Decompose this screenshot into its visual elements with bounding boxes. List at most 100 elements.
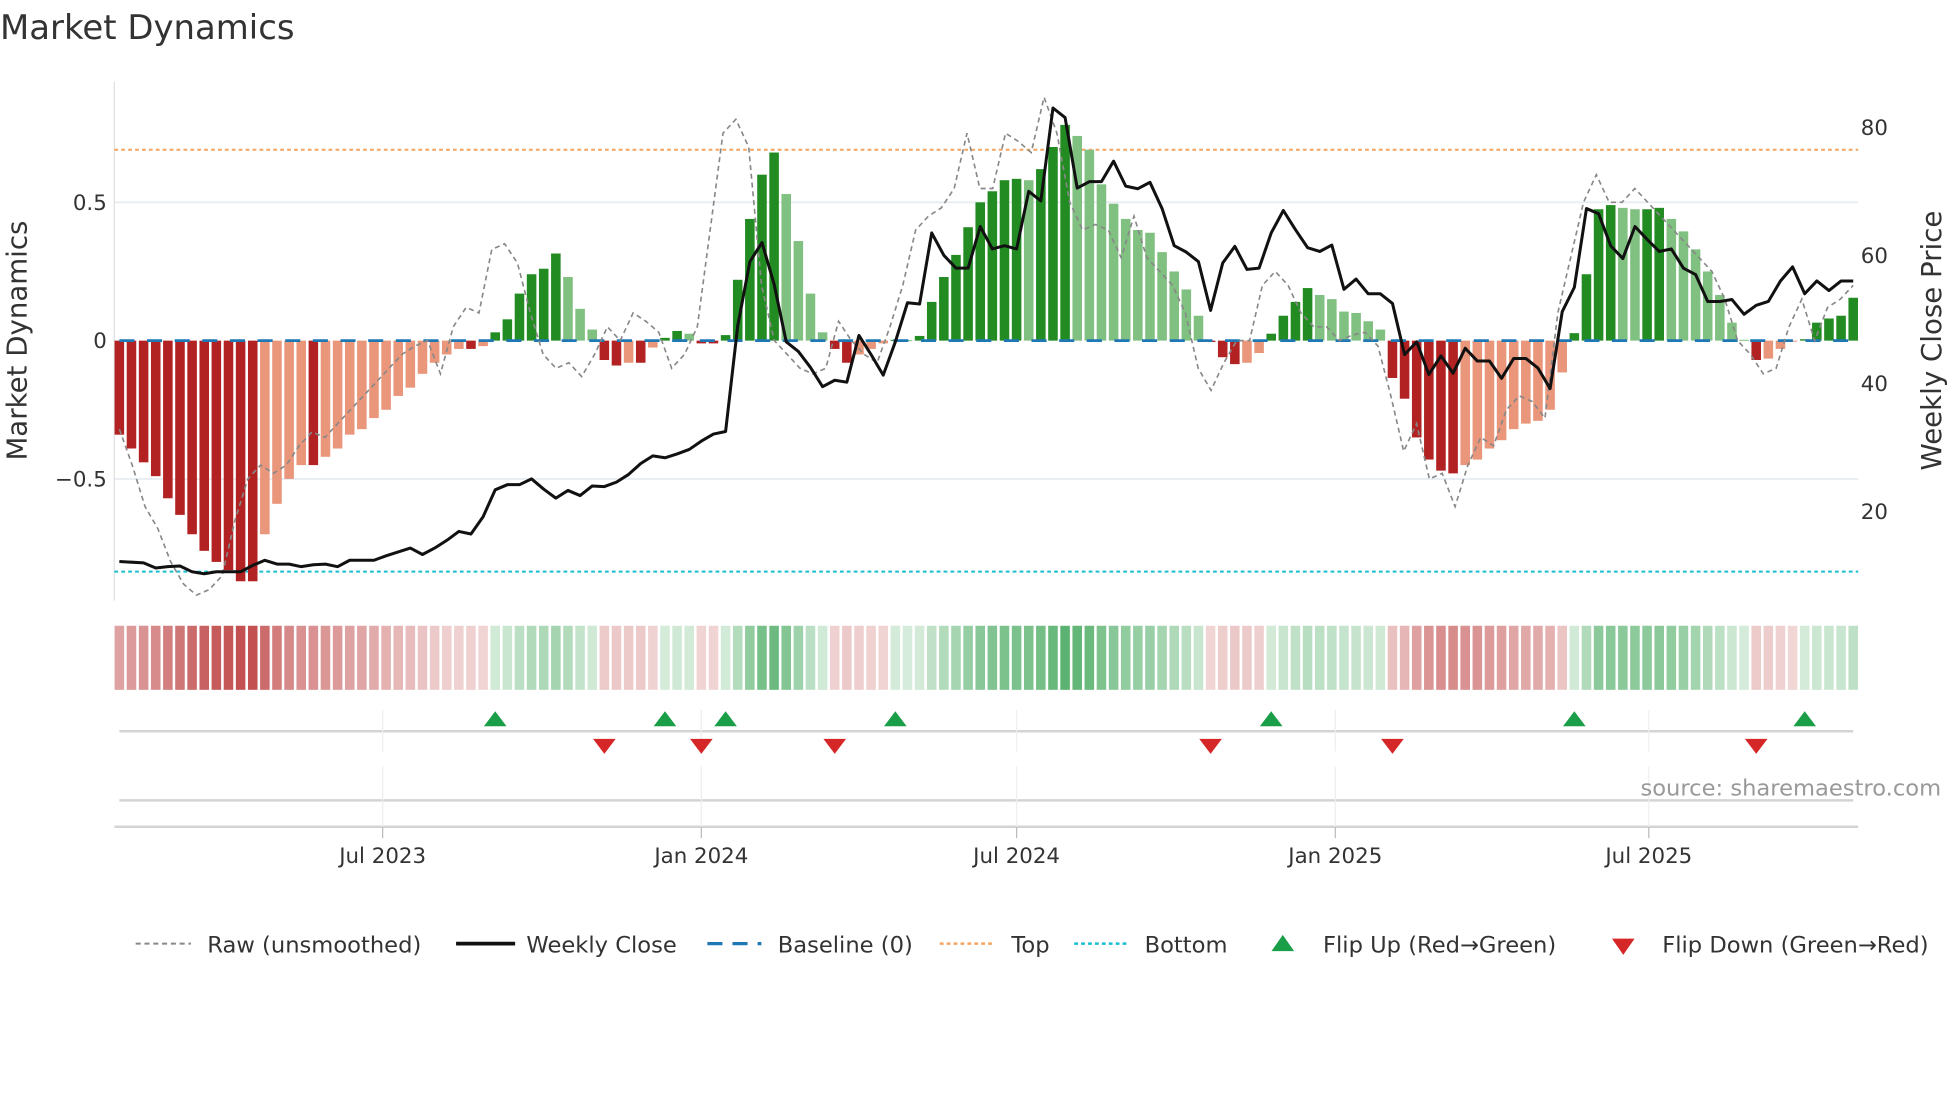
momentum-bar: [1605, 205, 1616, 341]
heatmap-cell: [732, 625, 743, 690]
momentum-bar: [466, 340, 476, 349]
momentum-bar: [926, 301, 937, 341]
heatmap-cell: [369, 625, 379, 690]
x-tick-label: Jul 2024: [971, 844, 1060, 869]
heatmap-cell: [163, 625, 173, 690]
y-tick-label: 0: [93, 329, 107, 354]
heatmap-cell: [866, 625, 876, 690]
momentum-bar: [163, 340, 173, 499]
momentum-bar: [1217, 340, 1228, 358]
momentum-bar: [1460, 340, 1470, 466]
legend: Raw (unsmoothed) Weekly Close Baseline (…: [135, 932, 1929, 958]
momentum-bar: [260, 340, 270, 535]
momentum-bar: [1290, 301, 1301, 341]
heatmap-cell: [914, 625, 925, 690]
momentum-bar: [405, 340, 416, 388]
heatmap-cell: [854, 625, 864, 690]
heatmap-cell: [150, 625, 161, 690]
momentum-bar: [563, 277, 573, 341]
heatmap-cell: [1763, 625, 1774, 690]
heatmap-cell: [1448, 625, 1458, 690]
right-y-ticks: 80 60 40 20: [1861, 116, 1888, 525]
momentum-bar: [1266, 333, 1276, 341]
heatmap-cell: [1654, 625, 1664, 690]
momentum-bar: [793, 241, 804, 341]
heatmap-cell: [296, 625, 307, 690]
heatmap-cell: [1120, 625, 1131, 690]
heatmap-cell: [587, 625, 598, 690]
heatmap-cell: [1521, 625, 1531, 690]
legend-item-top: Top: [939, 932, 1050, 958]
heatmap-cell: [987, 625, 998, 690]
legend-label-flip-down: Flip Down (Green→Red): [1662, 932, 1928, 958]
momentum-bar: [187, 340, 197, 535]
heatmap-cell: [1375, 625, 1386, 690]
y2-tick-label: 40: [1861, 372, 1888, 397]
momentum-bar: [575, 308, 585, 341]
momentum-bar: [1448, 340, 1458, 474]
momentum-bar: [126, 340, 137, 449]
momentum-bar: [1302, 288, 1313, 341]
momentum-bar: [987, 191, 998, 341]
momentum-bar: [1690, 249, 1701, 341]
heatmap-cell: [648, 625, 658, 690]
heatmap-cell: [405, 625, 416, 690]
heatmap-cell: [235, 625, 246, 690]
momentum-bar: [1654, 207, 1664, 341]
heatmap-cell: [1484, 625, 1495, 690]
momentum-bar: [1848, 297, 1858, 341]
flip-panel: [114, 730, 1859, 829]
heatmap-cell: [684, 625, 694, 690]
x-gridlines: [382, 709, 1650, 839]
heatmap-cell: [441, 625, 452, 690]
legend-label-raw: Raw (unsmoothed): [207, 932, 421, 958]
momentum-bar: [1193, 315, 1204, 341]
heatmap-cell: [1775, 625, 1786, 690]
momentum-heatmap-strip: [114, 625, 1858, 690]
momentum-bar: [502, 319, 513, 341]
heatmap-cell: [890, 625, 901, 690]
momentum-bar: [1642, 209, 1652, 341]
momentum-bar: [1120, 218, 1131, 341]
raw-line: [118, 94, 1854, 597]
heatmap-cell: [878, 625, 888, 690]
momentum-bar: [1375, 329, 1386, 341]
heatmap-cell: [126, 625, 137, 690]
momentum-bar: [1702, 271, 1713, 341]
heatmap-cell: [1060, 625, 1070, 690]
momentum-bar: [417, 340, 428, 374]
heatmap-cell: [672, 625, 682, 690]
flip-up-marker: [1793, 711, 1817, 727]
legend-label-top: Top: [1010, 932, 1049, 958]
heatmap-cell: [308, 625, 319, 690]
heatmap-cell: [599, 625, 610, 690]
raw-series: [118, 94, 1854, 597]
y2-tick-label: 60: [1861, 244, 1888, 269]
momentum-bar: [587, 329, 598, 341]
heatmap-cell: [842, 625, 852, 690]
momentum-bar: [939, 277, 949, 341]
momentum-bar: [1169, 271, 1179, 341]
heatmap-cell: [1327, 625, 1337, 690]
x-tick-label: Jul 2025: [1603, 844, 1692, 869]
momentum-bar: [1763, 340, 1774, 359]
heatmap-cell: [781, 625, 791, 690]
momentum-bar: [1314, 294, 1325, 341]
heatmap-cell: [1084, 625, 1095, 690]
heatmap-cell: [138, 625, 149, 690]
heatmap-cell: [1302, 625, 1313, 690]
flip-down-marker: [823, 738, 847, 754]
legend-label-flip-up: Flip Up (Red→Green): [1323, 932, 1556, 958]
heatmap-cell: [829, 625, 840, 690]
heatmap-cell: [1266, 625, 1276, 690]
heatmap-cell: [1836, 625, 1846, 690]
flip-down-marker: [1381, 738, 1404, 754]
heatmap-cell: [466, 625, 476, 690]
legend-label-close: Weekly Close: [526, 932, 676, 958]
momentum-bar: [199, 340, 210, 551]
momentum-bar: [963, 227, 973, 341]
heatmap-cell: [1678, 625, 1689, 690]
heatmap-cell: [1205, 625, 1216, 690]
momentum-bar: [1242, 340, 1252, 363]
heatmap-cell: [660, 625, 670, 690]
